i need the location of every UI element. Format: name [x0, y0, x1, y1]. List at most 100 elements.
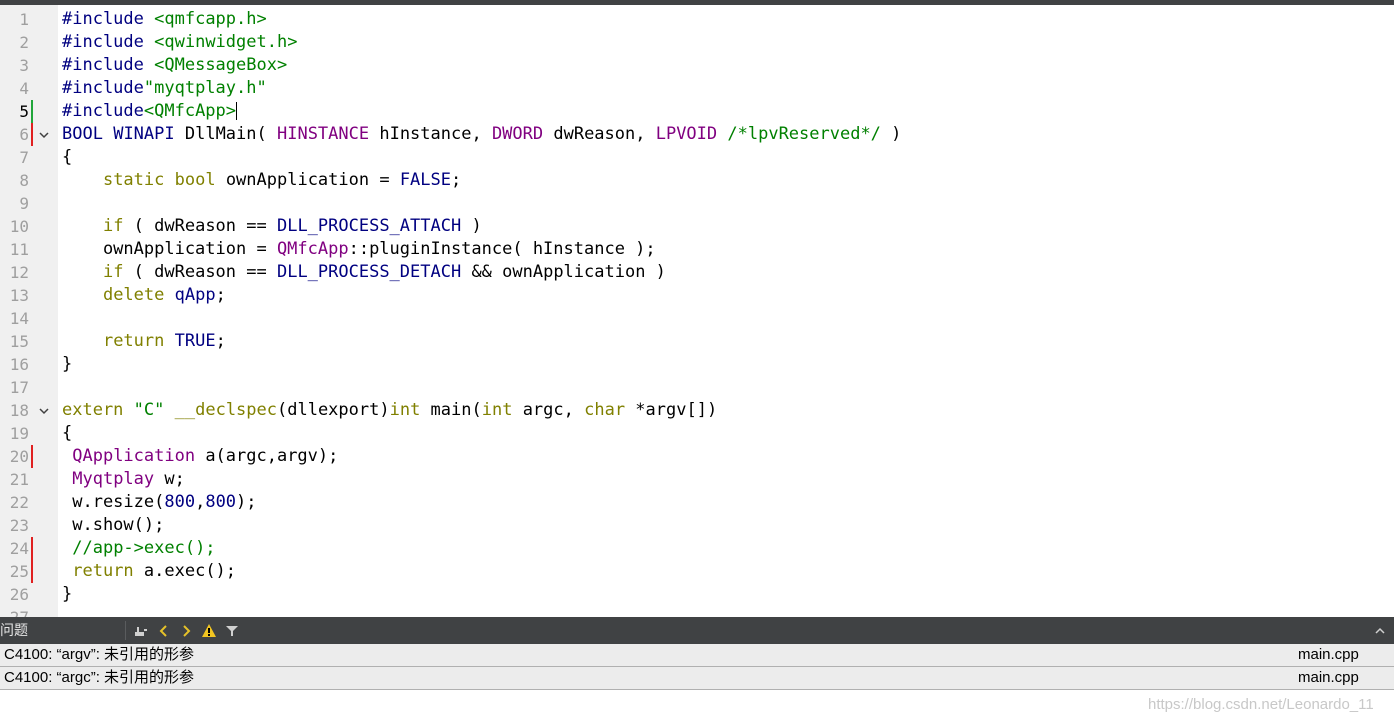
code-line[interactable]: 16} [0, 353, 1394, 376]
code-token: , [195, 492, 206, 512]
code-token: "C" [133, 400, 165, 420]
code-text: if ( dwReason == DLL_PROCESS_ATTACH ) [62, 215, 482, 238]
code-token: FALSE [399, 170, 451, 190]
code-text: delete qApp; [62, 284, 226, 307]
toolbar-separator [125, 621, 126, 640]
code-line[interactable]: 17 [0, 376, 1394, 399]
code-token: return [102, 331, 165, 351]
code-token: <QMfcApp> [143, 101, 237, 121]
code-line[interactable]: 14 [0, 307, 1394, 330]
fold-chevron-icon[interactable] [37, 399, 51, 422]
code-text: return TRUE; [62, 330, 226, 353]
code-line[interactable]: 21 Myqtplay w; [0, 468, 1394, 491]
previous-arrow-icon[interactable] [154, 617, 174, 644]
code-token: Myqtplay [72, 469, 155, 489]
code-line[interactable]: 25 return a.exec(); [0, 560, 1394, 583]
code-text: static bool ownApplication = FALSE; [62, 169, 461, 192]
line-number: 21 [9, 470, 29, 489]
change-marker-saved [31, 100, 33, 123]
issues-panel-title: 问题 [0, 622, 28, 638]
code-text: Myqtplay w; [62, 468, 185, 491]
code-token: DLL_PROCESS_ATTACH [276, 216, 462, 236]
code-token: HINSTANCE [276, 124, 370, 144]
code-token: int [481, 400, 513, 420]
collapse-chevron-icon[interactable] [1370, 617, 1390, 644]
code-token: #include [62, 55, 144, 75]
code-line[interactable]: 26} [0, 583, 1394, 606]
code-line[interactable]: 27 [0, 606, 1394, 617]
filter-category-icon[interactable] [131, 617, 151, 644]
code-line[interactable]: 11 ownApplication = QMfcApp::pluginInsta… [0, 238, 1394, 261]
code-line[interactable]: 2 #include <qwinwidget.h> [0, 31, 1394, 54]
filter-icon[interactable] [222, 617, 242, 644]
line-number: 12 [9, 263, 29, 282]
next-arrow-icon[interactable] [176, 617, 196, 644]
code-token: int [389, 400, 421, 420]
code-text: QApplication a(argc,argv); [62, 445, 338, 468]
code-token: ownApplication = [215, 170, 400, 190]
warning-icon[interactable] [199, 617, 219, 644]
issue-file: main.cpp [1298, 646, 1359, 663]
line-number: 9 [19, 194, 29, 213]
line-number: 19 [9, 424, 29, 443]
code-text: w.show(); [62, 514, 164, 537]
code-line[interactable]: 13 delete qApp; [0, 284, 1394, 307]
code-line[interactable]: 6 BOOL WINAPI DllMain( HINSTANCE hInstanc… [0, 123, 1394, 146]
code-text: return a.exec(); [62, 560, 236, 583]
code-text: { [62, 146, 72, 169]
code-line[interactable]: 8 static bool ownApplication = FALSE; [0, 169, 1394, 192]
code-line[interactable]: 9 [0, 192, 1394, 215]
code-line[interactable]: 18 extern "C" __declspec(dllexport)int ma… [0, 399, 1394, 422]
code-token: a.exec(); [133, 561, 237, 581]
code-token: delete [102, 285, 165, 305]
code-token: w.resize( [62, 492, 165, 512]
code-line[interactable]: 10 if ( dwReason == DLL_PROCESS_ATTACH ) [0, 215, 1394, 238]
code-line[interactable]: 24 //app->exec(); [0, 537, 1394, 560]
code-token: QMfcApp [276, 239, 349, 259]
code-text: BOOL WINAPI DllMain( HINSTANCE hInstance… [62, 123, 901, 146]
code-line[interactable]: 5 #include<QMfcApp> [0, 100, 1394, 123]
issue-row[interactable]: C4100: “argc”: 未引用的形参 main.cpp [0, 667, 1394, 690]
code-token: #include [62, 32, 144, 52]
line-number: 6 [19, 125, 29, 144]
code-line[interactable]: 12 if ( dwReason == DLL_PROCESS_DETACH &… [0, 261, 1394, 284]
code-token: return [72, 561, 134, 581]
code-text: #include <qwinwidget.h> [62, 31, 297, 54]
issue-row[interactable]: C4100: “argv”: 未引用的形参 main.cpp [0, 644, 1394, 667]
code-token: bool [174, 170, 216, 190]
line-number: 18 [9, 401, 29, 420]
code-line[interactable]: 1 #include <qmfcapp.h> [0, 8, 1394, 31]
issue-message: C4100: “argv”: 未引用的形参 [4, 646, 195, 663]
code-line[interactable]: 4 #include"myqtplay.h" [0, 77, 1394, 100]
code-token: dwReason, [543, 124, 656, 144]
code-token: DWORD [491, 124, 544, 144]
code-token: ; [215, 331, 226, 351]
code-line[interactable]: 15 return TRUE; [0, 330, 1394, 353]
code-line[interactable]: 20 QApplication a(argc,argv); [0, 445, 1394, 468]
line-number: 16 [9, 355, 29, 374]
fold-chevron-icon[interactable] [37, 123, 51, 146]
code-token: if [102, 262, 124, 282]
code-line[interactable]: 7{ [0, 146, 1394, 169]
code-text: #include <qmfcapp.h> [62, 8, 267, 31]
code-line[interactable]: 22 w.resize(800,800); [0, 491, 1394, 514]
code-editor[interactable]: 1 #include <qmfcapp.h> 2 #include <qwinwidg… [0, 5, 1394, 617]
code-line[interactable]: 3 #include <QMessageBox> [0, 54, 1394, 77]
issues-panel-toolbar: 问题 [0, 617, 1394, 644]
code-token: ) [461, 216, 482, 236]
line-number: 5 [19, 102, 29, 121]
code-line[interactable]: 23 w.show(); [0, 514, 1394, 537]
code-line[interactable]: 19 { [0, 422, 1394, 445]
